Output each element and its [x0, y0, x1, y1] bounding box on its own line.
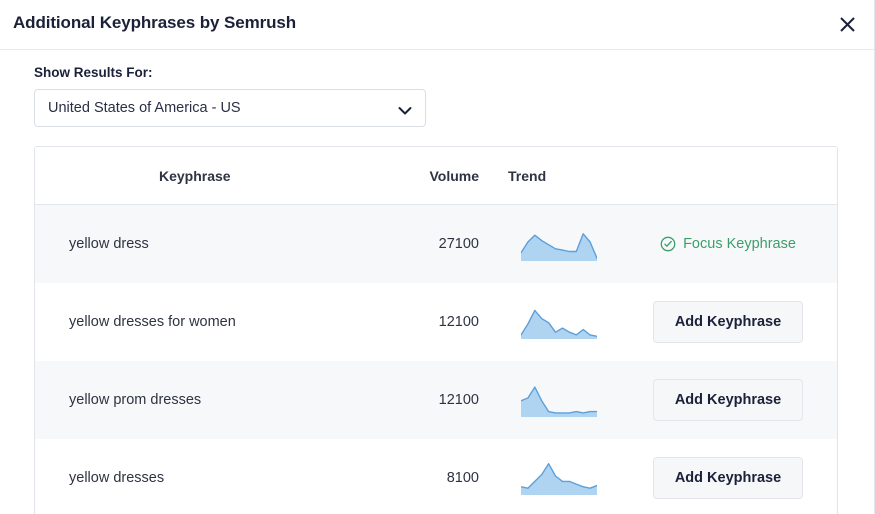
keyphrase-text: yellow dresses — [69, 470, 165, 486]
cell-keyphrase: yellow dresses for women — [35, 313, 371, 331]
cell-volume: 12100 — [371, 391, 479, 409]
cell-keyphrase: yellow dresses — [35, 469, 371, 487]
cell-trend — [479, 305, 619, 339]
column-header-volume: Volume — [429, 167, 479, 184]
table-row: yellow dresses for women 12100 Add Keyph… — [35, 283, 837, 361]
trend-sparkline — [521, 383, 619, 417]
cell-trend — [479, 461, 619, 495]
chevron-down-icon — [398, 103, 412, 121]
table-row: yellow prom dresses 12100 Add Keyphrase — [35, 361, 837, 439]
status-badge: Focus Keyphrase — [660, 236, 796, 252]
cell-keyphrase: yellow prom dresses — [35, 391, 371, 409]
table-row: yellow dress 27100 Focus Keyphrase — [35, 205, 837, 283]
table-row: yellow dresses 8100 Add Keyphrase — [35, 439, 837, 514]
cell-action: Add Keyphrase — [619, 379, 837, 421]
cell-action: Focus Keyphrase — [619, 236, 837, 252]
semrush-keyphrases-modal: Additional Keyphrases by Semrush Show Re… — [0, 0, 875, 514]
close-button[interactable] — [833, 10, 861, 38]
cell-action: Add Keyphrase — [619, 457, 837, 499]
column-header-trend: Trend — [508, 167, 547, 184]
cell-volume: 12100 — [371, 313, 479, 331]
cell-volume: 27100 — [371, 235, 479, 253]
add-keyphrase-button[interactable]: Add Keyphrase — [652, 301, 804, 343]
keyphrase-text: yellow dress — [69, 236, 149, 252]
trend-sparkline — [521, 305, 619, 339]
keyphrases-table: Keyphrase Volume Trend yellow dress 2710… — [34, 146, 838, 514]
modal-header: Additional Keyphrases by Semrush — [0, 0, 874, 50]
cell-trend — [479, 383, 619, 417]
cell-keyphrase: yellow dress — [35, 235, 371, 253]
page-title: Additional Keyphrases by Semrush — [13, 13, 297, 32]
volume-text: 8100 — [446, 470, 479, 486]
volume-text: 12100 — [438, 392, 479, 408]
keyphrase-text: yellow prom dresses — [69, 392, 202, 408]
trend-sparkline — [521, 227, 619, 261]
volume-text: 27100 — [438, 236, 479, 252]
add-keyphrase-button[interactable]: Add Keyphrase — [652, 379, 804, 421]
modal-body: Show Results For: United States of Ameri… — [0, 65, 874, 514]
column-header-keyphrase: Keyphrase — [159, 167, 231, 184]
volume-text: 12100 — [438, 314, 479, 330]
show-results-for-label: Show Results For: — [34, 65, 153, 80]
add-keyphrase-button[interactable]: Add Keyphrase — [652, 457, 804, 499]
country-select-value: United States of America - US — [48, 100, 241, 116]
table-header-row: Keyphrase Volume Trend — [35, 147, 837, 205]
check-circle-icon — [660, 236, 676, 252]
trend-sparkline — [521, 461, 619, 495]
focus-keyphrase-label: Focus Keyphrase — [683, 236, 796, 252]
country-select[interactable]: United States of America - US — [34, 89, 426, 127]
cell-volume: 8100 — [371, 469, 479, 487]
cell-trend — [479, 227, 619, 261]
cell-action: Add Keyphrase — [619, 301, 837, 343]
close-icon — [839, 16, 856, 33]
keyphrase-text: yellow dresses for women — [69, 314, 236, 330]
